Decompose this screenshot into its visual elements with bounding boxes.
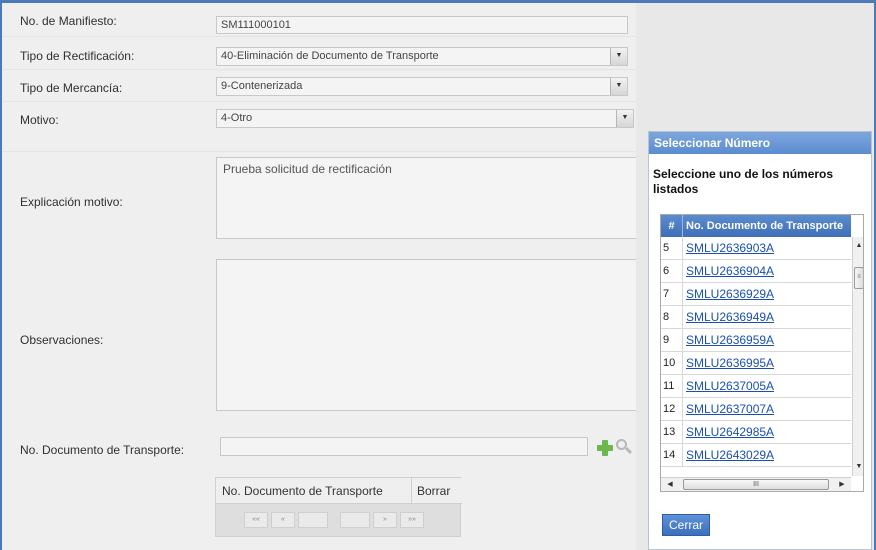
rect-type-label: Tipo de Rectificación: <box>20 49 135 63</box>
pager-prev-button[interactable]: « <box>271 512 295 528</box>
reason-select[interactable]: 4-Otro ▼ <box>216 109 634 128</box>
rect-type-value: 40-Eliminación de Documento de Transport… <box>221 50 439 62</box>
close-button[interactable]: Cerrar <box>662 514 710 536</box>
plus-icon[interactable] <box>597 440 613 456</box>
rect-type-select[interactable]: 40-Eliminación de Documento de Transport… <box>216 47 628 66</box>
observations-label: Observaciones: <box>20 333 104 347</box>
scroll-up-icon[interactable]: ▲ <box>853 239 863 253</box>
scroll-thumb[interactable]: ≡ <box>854 267 863 289</box>
pager-page-input[interactable] <box>298 512 328 528</box>
horizontal-scrollbar[interactable]: ◀ III ▶ <box>661 477 851 491</box>
table-row[interactable]: 7 SMLU2636929A <box>661 283 851 306</box>
doc-link[interactable]: SMLU2637005A <box>686 375 774 398</box>
numbers-grid-header: # No. Documento de Transporte <box>661 215 851 237</box>
goods-type-select[interactable]: 9-Contenerizada ▼ <box>216 77 628 96</box>
row-number: 7 <box>661 283 683 306</box>
dialog-title[interactable]: Seleccionar Número <box>649 132 871 154</box>
pager-first-button[interactable]: «« <box>244 512 268 528</box>
doc-link[interactable]: SMLU2636929A <box>686 283 774 306</box>
numbers-grid-body: 5 SMLU2636903A 6 SMLU2636904A 7 SMLU2636… <box>661 237 851 476</box>
vertical-scrollbar[interactable]: ▲ ≡ ▼ <box>852 237 863 476</box>
select-number-dialog: Seleccionar Número Seleccione uno de los… <box>648 131 872 550</box>
chevron-down-icon[interactable]: ▼ <box>610 48 627 65</box>
table-row[interactable]: 9 SMLU2636959A <box>661 329 851 352</box>
row-number: 5 <box>661 237 683 260</box>
pager-next-button[interactable]: » <box>373 512 397 528</box>
goods-type-label: Tipo de Mercancía: <box>20 81 123 95</box>
search-icon[interactable] <box>615 438 633 456</box>
explanation-row: Explicación motivo: Prueba solicitud de … <box>2 152 638 252</box>
transport-doc-input[interactable] <box>220 437 588 456</box>
row-number: 11 <box>661 375 683 398</box>
reason-label: Motivo: <box>20 113 59 127</box>
goods-type-row: Tipo de Mercancía: 9-Contenerizada ▼ <box>2 70 636 102</box>
scroll-left-icon[interactable]: ◀ <box>663 478 677 491</box>
table-row[interactable]: 5 SMLU2636903A <box>661 237 851 260</box>
table-row[interactable]: 14 SMLU2643029A <box>661 444 851 467</box>
pager-last-button[interactable]: »» <box>400 512 424 528</box>
observations-textarea[interactable] <box>216 259 638 411</box>
rectification-form: No. de Manifiesto: SM111000101 Tipo de R… <box>2 3 638 550</box>
scroll-right-icon[interactable]: ▶ <box>835 478 849 491</box>
numbers-grid: # No. Documento de Transporte 5 SMLU2636… <box>660 214 864 492</box>
transport-doc-label: No. Documento de Transporte: <box>20 443 185 457</box>
doc-link[interactable]: SMLU2642985A <box>686 421 774 444</box>
table-row[interactable]: 13 SMLU2642985A <box>661 421 851 444</box>
col-doc-header[interactable]: No. Documento de Transporte <box>683 215 851 237</box>
table-row[interactable]: 11 SMLU2637005A <box>661 375 851 398</box>
goods-type-value: 9-Contenerizada <box>221 80 303 92</box>
grid-header: No. Documento de Transporte Borrar <box>216 478 462 504</box>
col-delete-header[interactable]: Borrar <box>412 478 462 504</box>
reason-value: 4-Otro <box>221 112 253 124</box>
row-number: 9 <box>661 329 683 352</box>
observations-row: Observaciones: <box>2 252 638 422</box>
doc-link[interactable]: SMLU2643029A <box>686 444 774 467</box>
doc-link[interactable]: SMLU2636904A <box>686 260 774 283</box>
row-number: 10 <box>661 352 683 375</box>
manifest-row: No. de Manifiesto: SM111000101 <box>2 3 636 37</box>
table-row[interactable]: 10 SMLU2636995A <box>661 352 851 375</box>
col-doc-header[interactable]: No. Documento de Transporte <box>216 478 412 504</box>
rect-type-row: Tipo de Rectificación: 40-Eliminación de… <box>2 37 636 70</box>
row-number: 13 <box>661 421 683 444</box>
table-row[interactable]: 6 SMLU2636904A <box>661 260 851 283</box>
scroll-down-icon[interactable]: ▼ <box>853 460 863 474</box>
manifest-field[interactable]: SM111000101 <box>216 16 628 34</box>
table-row[interactable]: 8 SMLU2636949A <box>661 306 851 329</box>
doc-link[interactable]: SMLU2636995A <box>686 352 774 375</box>
scroll-thumb[interactable]: III <box>683 479 829 490</box>
row-number: 14 <box>661 444 683 467</box>
row-number: 6 <box>661 260 683 283</box>
pager-page-total <box>340 512 370 528</box>
row-number: 12 <box>661 398 683 421</box>
col-num-header[interactable]: # <box>661 215 683 237</box>
table-row[interactable]: 12 SMLU2637007A <box>661 398 851 421</box>
chevron-down-icon[interactable]: ▼ <box>610 78 627 95</box>
chevron-down-icon[interactable]: ▼ <box>616 110 633 127</box>
doc-link[interactable]: SMLU2637007A <box>686 398 774 421</box>
doc-link[interactable]: SMLU2636949A <box>686 306 774 329</box>
row-number: 8 <box>661 306 683 329</box>
doc-link[interactable]: SMLU2636959A <box>686 329 774 352</box>
doc-link[interactable]: SMLU2636903A <box>686 237 774 260</box>
dialog-message: Seleccione uno de los números listados <box>653 167 834 196</box>
reason-row: Motivo: 4-Otro ▼ <box>2 102 636 152</box>
explanation-textarea[interactable]: Prueba solicitud de rectificación <box>216 157 638 239</box>
transport-doc-grid: No. Documento de Transporte Borrar «« « … <box>215 477 462 537</box>
transport-doc-row: No. Documento de Transporte: <box>2 422 636 462</box>
manifest-label: No. de Manifiesto: <box>20 14 117 28</box>
explanation-label: Explicación motivo: <box>20 195 123 209</box>
